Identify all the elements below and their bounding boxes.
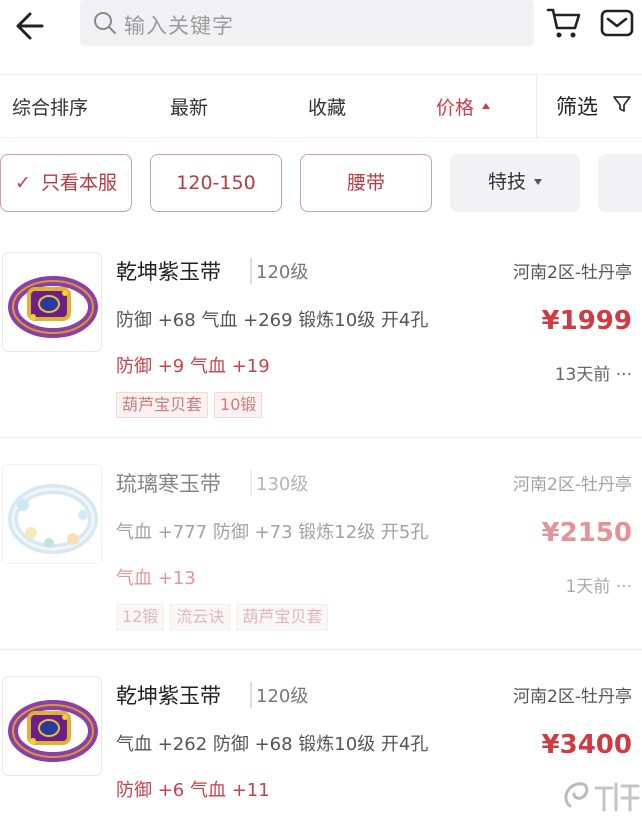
- item-level: 120级: [250, 682, 308, 708]
- item-special-attributes: 防御 +9 气血 +19: [116, 356, 270, 377]
- filter-label: 筛选: [556, 95, 598, 119]
- item-time: 13天前 ···: [554, 365, 632, 385]
- chip-only-this-server-label: 只看本服: [40, 172, 117, 194]
- tag: 12锻: [116, 604, 165, 630]
- tag: 流云诀: [170, 604, 231, 630]
- listing-item[interactable]: 琉璃寒玉带 130级 河南2区-牡丹亭 气血 +777 防御 +73 锻炼12级…: [0, 440, 642, 652]
- item-attributes: 气血 +262 防御 +68 锻炼10级 开4孔: [116, 734, 429, 755]
- divider: [0, 437, 642, 438]
- item-attributes: 防御 +68 气血 +269 锻炼10级 开4孔: [116, 310, 429, 331]
- tag: 葫芦宝贝套: [236, 604, 329, 630]
- quick-filter-chips: ✓ 只看本服 120-150 腰带 特技: [0, 154, 642, 214]
- listing-item[interactable]: 乾坤紫玉带 120级 河南2区-牡丹亭 防御 +68 气血 +269 锻炼10级…: [0, 228, 642, 440]
- item-server: 河南2区-牡丹亭: [513, 475, 632, 495]
- chip-skill-label: 特技: [487, 171, 526, 193]
- item-special-attributes: 防御 +6 气血 +11: [116, 780, 270, 801]
- sort-bar: 综合排序 最新 收藏 价格 筛选: [0, 74, 642, 139]
- filter-funnel-icon: [613, 96, 631, 112]
- watermark-logo: [564, 782, 640, 812]
- filter-button[interactable]: 筛选: [556, 91, 631, 121]
- chip-level-range[interactable]: 120-150: [150, 154, 282, 212]
- cart-icon[interactable]: [546, 6, 582, 40]
- chip-more[interactable]: [598, 154, 642, 212]
- purple-jade-belt-icon: [2, 252, 102, 352]
- listing-item[interactable]: 乾坤紫玉带 120级 河南2区-牡丹亭 气血 +262 防御 +68 锻炼10级…: [0, 652, 642, 822]
- ice-jade-belt-icon: [2, 464, 102, 564]
- top-header: 输入关键字: [0, 0, 642, 56]
- item-name: 琉璃寒玉带: [116, 472, 221, 496]
- item-price: ¥1999: [541, 306, 632, 336]
- item-server: 河南2区-牡丹亭: [513, 263, 632, 283]
- item-time-label: 1天前: [565, 577, 611, 597]
- sort-price-label: 价格: [436, 97, 475, 119]
- search-placeholder: 输入关键字: [124, 14, 234, 38]
- item-attributes: 气血 +777 防御 +73 锻炼12级 开5孔: [116, 522, 429, 543]
- item-level: 130级: [250, 470, 308, 496]
- chip-only-this-server[interactable]: ✓ 只看本服: [0, 154, 132, 212]
- item-price: ¥3400: [541, 730, 632, 760]
- item-time-label: 13天前: [554, 365, 611, 385]
- sort-comprehensive[interactable]: 综合排序: [12, 93, 88, 120]
- item-level: 120级: [250, 258, 308, 284]
- sort-up-icon: [482, 102, 491, 109]
- tag: 10锻: [214, 392, 263, 418]
- tag: 葫芦宝贝套: [116, 392, 209, 418]
- chevron-down-icon: [534, 179, 542, 185]
- sort-latest[interactable]: 最新: [170, 93, 208, 120]
- item-name: 乾坤紫玉带: [116, 684, 221, 708]
- item-tags: 12锻 流云诀 葫芦宝贝套: [116, 604, 334, 630]
- chip-category[interactable]: 腰带: [300, 154, 432, 212]
- check-icon: ✓: [15, 172, 31, 194]
- search-icon: [94, 12, 116, 34]
- divider: [536, 75, 537, 139]
- item-time: 1天前 ···: [565, 577, 632, 597]
- sort-favorites[interactable]: 收藏: [308, 93, 346, 120]
- purple-jade-belt-icon: [2, 676, 102, 776]
- item-tags: 葫芦宝贝套 10锻: [116, 392, 268, 418]
- item-name: 乾坤紫玉带: [116, 260, 221, 284]
- chip-skill[interactable]: 特技: [450, 154, 580, 212]
- sort-price[interactable]: 价格: [436, 93, 491, 120]
- divider: [0, 649, 642, 650]
- mail-icon[interactable]: [600, 8, 634, 38]
- item-special-attributes: 气血 +13: [116, 568, 196, 589]
- search-bar[interactable]: 输入关键字: [80, 0, 534, 46]
- item-price: ¥2150: [541, 518, 632, 548]
- item-server: 河南2区-牡丹亭: [513, 687, 632, 707]
- back-arrow-icon[interactable]: [12, 6, 52, 46]
